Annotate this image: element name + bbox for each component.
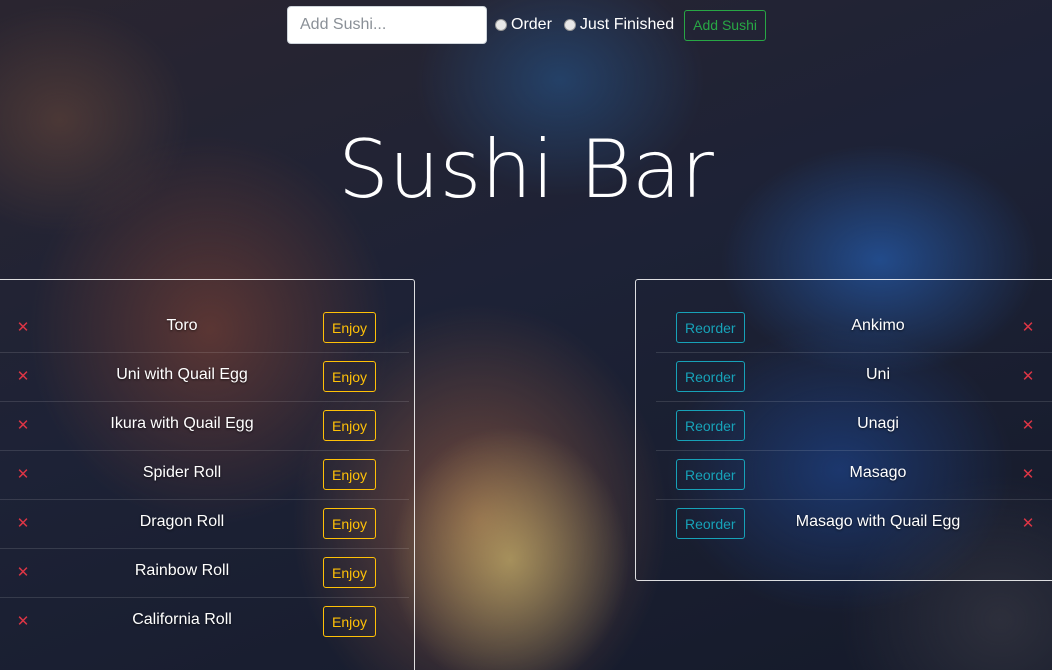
order-list-item: ✕ Toro Enjoy xyxy=(0,303,409,353)
status-radio-group: Order Just Finished xyxy=(495,16,686,34)
delete-icon[interactable]: ✕ xyxy=(16,320,30,335)
finished-item-name: Ankimo xyxy=(851,317,905,334)
order-item-name: Spider Roll xyxy=(142,464,222,481)
delete-icon[interactable]: ✕ xyxy=(1021,369,1035,384)
just-finished-radio[interactable] xyxy=(563,19,576,31)
order-list-item: ✕ Dragon Roll Enjoy xyxy=(0,499,409,549)
enjoy-button[interactable]: Enjoy xyxy=(323,410,377,441)
reorder-button[interactable]: Reorder xyxy=(676,410,745,441)
finished-list-item: Reorder Unagi ✕ xyxy=(656,401,1052,451)
order-list-panel: ✕ Toro Enjoy ✕ Uni with Quail Egg Enjoy … xyxy=(0,279,415,670)
page-title: Sushi Bar xyxy=(338,123,714,216)
just-finished-radio-label[interactable]: Just Finished xyxy=(580,16,674,34)
finished-list-panel: Reorder Ankimo ✕ Reorder Uni ✕ Reorder U… xyxy=(635,279,1052,581)
finished-list-item: Reorder Masago with Quail Egg ✕ xyxy=(656,499,1052,548)
finished-item-name: Unagi xyxy=(857,415,899,432)
order-item-name: Rainbow Roll xyxy=(134,562,230,579)
finished-list-item: Reorder Masago ✕ xyxy=(656,450,1052,500)
delete-icon[interactable]: ✕ xyxy=(16,467,30,482)
order-item-name: Dragon Roll xyxy=(139,513,225,530)
order-radio[interactable] xyxy=(495,19,507,31)
finished-item-name: Masago xyxy=(849,464,907,481)
reorder-button[interactable]: Reorder xyxy=(676,361,745,392)
add-sushi-form: Order Just Finished Add Sushi xyxy=(287,6,766,44)
order-item-name: Toro xyxy=(166,317,198,334)
order-list-item: ✕ Uni with Quail Egg Enjoy xyxy=(0,352,409,402)
order-item-name: Uni with Quail Egg xyxy=(116,366,248,383)
delete-icon[interactable]: ✕ xyxy=(16,418,30,433)
delete-icon[interactable]: ✕ xyxy=(16,516,30,531)
reorder-button[interactable]: Reorder xyxy=(676,508,745,539)
order-list-item: ✕ Spider Roll Enjoy xyxy=(0,450,409,500)
enjoy-button[interactable]: Enjoy xyxy=(323,459,377,490)
finished-list-item: Reorder Ankimo ✕ xyxy=(656,303,1052,353)
order-list-item: ✕ Ikura with Quail Egg Enjoy xyxy=(0,401,409,451)
delete-icon[interactable]: ✕ xyxy=(16,565,30,580)
delete-icon[interactable]: ✕ xyxy=(16,369,30,384)
finished-list-item: Reorder Uni ✕ xyxy=(656,352,1052,402)
enjoy-button[interactable]: Enjoy xyxy=(323,361,377,392)
add-sushi-input[interactable] xyxy=(287,6,487,44)
delete-icon[interactable]: ✕ xyxy=(1021,467,1035,482)
finished-item-name: Masago with Quail Egg xyxy=(795,513,961,530)
order-list-item: ✕ California Roll Enjoy xyxy=(0,597,409,646)
reorder-button[interactable]: Reorder xyxy=(676,312,745,343)
reorder-button[interactable]: Reorder xyxy=(676,459,745,490)
enjoy-button[interactable]: Enjoy xyxy=(323,508,377,539)
order-list-item: ✕ Rainbow Roll Enjoy xyxy=(0,548,409,598)
order-item-name: Ikura with Quail Egg xyxy=(110,415,254,432)
delete-icon[interactable]: ✕ xyxy=(1021,418,1035,433)
enjoy-button[interactable]: Enjoy xyxy=(323,557,377,588)
delete-icon[interactable]: ✕ xyxy=(16,614,30,629)
finished-item-name: Uni xyxy=(865,366,890,383)
add-sushi-button[interactable]: Add Sushi xyxy=(684,9,766,41)
delete-icon[interactable]: ✕ xyxy=(1021,516,1035,531)
enjoy-button[interactable]: Enjoy xyxy=(323,606,377,637)
order-item-name: California Roll xyxy=(132,611,232,628)
order-radio-label[interactable]: Order xyxy=(511,16,552,34)
enjoy-button[interactable]: Enjoy xyxy=(323,312,377,343)
delete-icon[interactable]: ✕ xyxy=(1021,320,1035,335)
